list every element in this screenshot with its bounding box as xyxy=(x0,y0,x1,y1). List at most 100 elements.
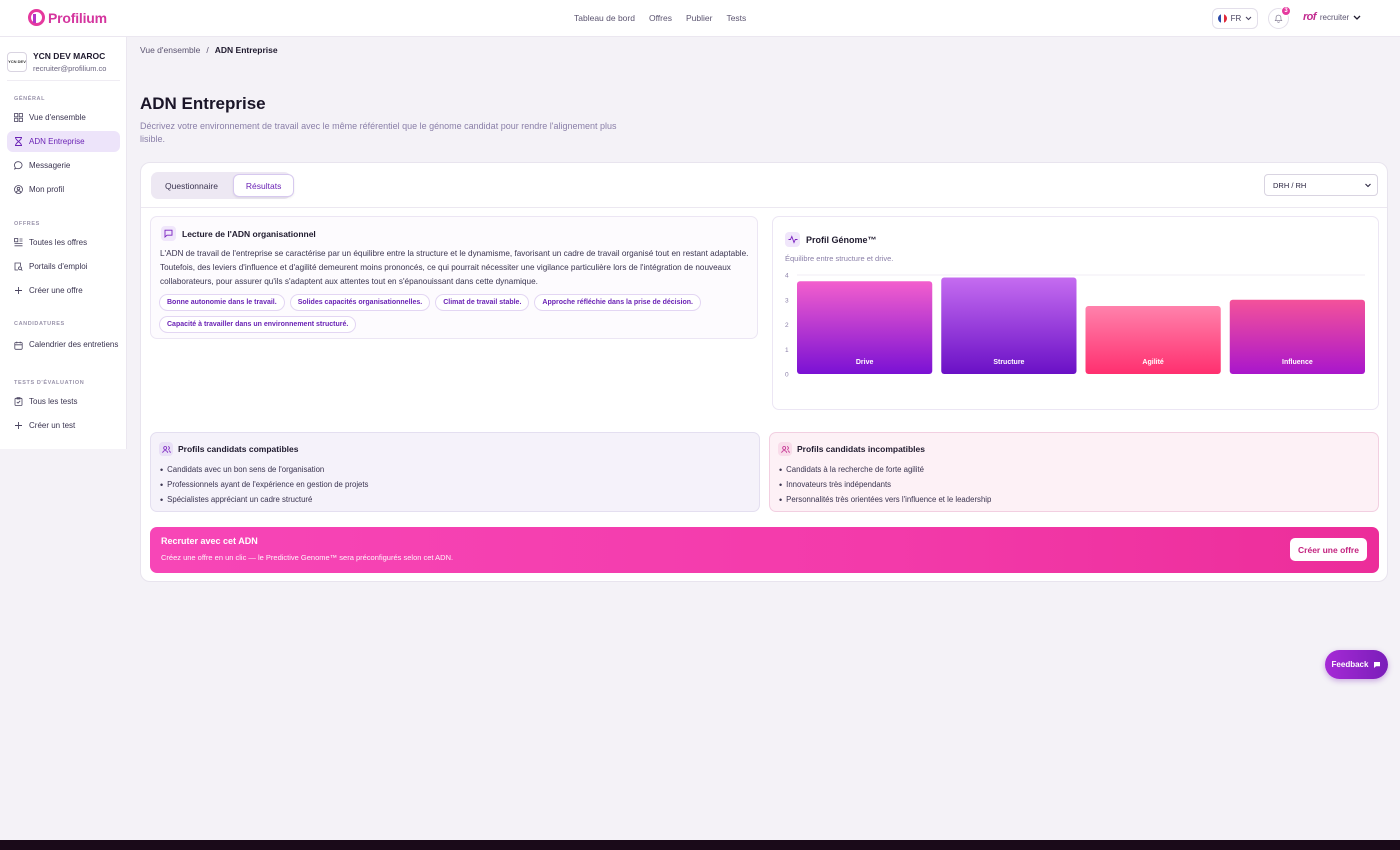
feedback-label: Feedback xyxy=(1331,660,1369,669)
list-item: Candidats avec un bon sens de l'organisa… xyxy=(160,462,368,477)
sidebar-item-label: Vue d'ensemble xyxy=(29,113,86,122)
page-subtitle: Décrivez votre environnement de travail … xyxy=(140,121,617,144)
page-title: ADN Entreprise xyxy=(140,94,266,113)
list-item: Candidats à la recherche de forte agilit… xyxy=(779,462,991,477)
tab-results[interactable]: Résultats xyxy=(232,174,295,197)
section-tests: TESTS D'ÉVALUATION xyxy=(14,380,85,386)
brand-logo[interactable]: Profilium xyxy=(28,9,107,26)
sidebar-item-create-offer[interactable]: Créer une offre xyxy=(7,280,120,301)
compatible-header: Profils candidats compatibles xyxy=(159,442,298,456)
logo-icon xyxy=(28,9,45,26)
tab-questionnaire[interactable]: Questionnaire xyxy=(153,174,230,197)
user-menu[interactable]: rof recruiter xyxy=(1303,11,1361,23)
plus-icon xyxy=(14,421,23,430)
recruit-cta-banner: Recruter avec cet ADN Créez une offre en… xyxy=(150,527,1379,573)
breadcrumb-separator: / xyxy=(206,45,209,55)
user-circle-icon xyxy=(14,185,23,194)
sidebar-item-create-test[interactable]: Créer un test xyxy=(7,415,120,436)
trait-chip: Capacité à travailler dans un environnem… xyxy=(159,316,357,333)
trait-chips: Bonne autonomie dans le travail. Solides… xyxy=(159,294,754,333)
search-doc-icon xyxy=(14,262,23,271)
divider xyxy=(141,207,1387,208)
chevron-down-icon xyxy=(1353,15,1361,20)
bar-label: Drive xyxy=(856,359,874,366)
trait-chip: Bonne autonomie dans le travail. xyxy=(159,294,285,311)
nav-dashboard[interactable]: Tableau de bord xyxy=(574,13,635,23)
company-switcher[interactable]: YCN DEV YCN DEV MAROC recruiter@profiliu… xyxy=(7,47,120,81)
compatible-profiles-panel: Profils candidats compatibles Candidats … xyxy=(150,432,760,512)
nav-tests[interactable]: Tests xyxy=(726,13,746,23)
nav-publish[interactable]: Publier xyxy=(686,13,712,23)
flag-fr-icon xyxy=(1217,14,1227,23)
trait-chip: Approche réfléchie dans la prise de déci… xyxy=(534,294,701,311)
lecture-title: Lecture de l'ADN organisationnel xyxy=(182,228,316,239)
sidebar-item-all-tests[interactable]: Tous les tests xyxy=(7,391,120,412)
clipboard-icon xyxy=(14,397,23,406)
lecture-text: L'ADN de travail de l'entreprise se cara… xyxy=(160,249,749,286)
bar-label: Agilité xyxy=(1142,359,1163,366)
notifications-button[interactable]: 3 xyxy=(1268,6,1291,29)
sidebar-item-label: Créer un test xyxy=(29,421,76,430)
role-select[interactable]: DRH / RH xyxy=(1264,174,1378,196)
incompatible-header: Profils candidats incompatibles xyxy=(778,442,925,456)
results-card: Questionnaire Résultats DRH / RH Lecture… xyxy=(140,162,1388,582)
feedback-button[interactable]: Feedback xyxy=(1325,650,1388,679)
sidebar-item-profile[interactable]: Mon profil xyxy=(7,179,120,200)
incompatible-list: Candidats à la recherche de forte agilit… xyxy=(779,462,991,507)
plus-icon xyxy=(14,286,23,295)
bottom-strip xyxy=(0,840,1400,850)
sidebar: YCN DEV YCN DEV MAROC recruiter@profiliu… xyxy=(0,37,127,449)
list-item: Professionnels ayant de l'expérience en … xyxy=(160,477,368,492)
users-icon xyxy=(778,442,792,456)
sidebar-item-adn[interactable]: ADN Entreprise xyxy=(7,131,120,152)
lecture-header: Lecture de l'ADN organisationnel xyxy=(161,226,316,241)
company-logo: YCN DEV xyxy=(7,51,27,72)
sidebar-item-label: Toutes les offres xyxy=(29,238,88,247)
compatible-title: Profils candidats compatibles xyxy=(178,444,299,454)
sidebar-item-label: Créer une offre xyxy=(29,286,83,295)
language-selector[interactable]: FR xyxy=(1212,8,1258,29)
nav-offers[interactable]: Offres xyxy=(649,13,672,23)
sidebar-item-label: Mon profil xyxy=(29,185,65,194)
company-name: YCN DEV MAROC xyxy=(33,50,106,61)
list-item: Innovateurs très indépendants xyxy=(779,477,991,492)
y-tick-label: 3 xyxy=(785,297,789,304)
genome-title: Profil Génome™ xyxy=(806,234,877,245)
chat-icon xyxy=(1374,661,1381,668)
bar-label: Structure xyxy=(993,359,1024,366)
breadcrumb: Vue d'ensemble / ADN Entreprise xyxy=(140,45,278,55)
top-nav: Tableau de bord Offres Publier Tests xyxy=(574,13,746,23)
compatible-list: Candidats avec un bon sens de l'organisa… xyxy=(160,462,368,507)
genome-bar-chart: 0 1 2 3 4 Drive Structure Agilité Influence xyxy=(785,273,1365,378)
sidebar-item-messaging[interactable]: Messagerie xyxy=(7,155,120,176)
section-applications: CANDIDATURES xyxy=(14,321,65,327)
activity-icon xyxy=(785,232,800,247)
y-tick-label: 0 xyxy=(785,372,789,378)
create-offer-button[interactable]: Créer une offre xyxy=(1290,538,1367,561)
genome-panel: Profil Génome™ Équilibre entre structure… xyxy=(772,216,1379,410)
sidebar-item-label: Portails d'emploi xyxy=(29,262,88,271)
genome-subtitle: Équilibre entre structure et drive. xyxy=(785,254,894,263)
sidebar-item-all-offers[interactable]: Toutes les offres xyxy=(7,232,120,253)
cta-title: Recruter avec cet ADN xyxy=(161,536,258,546)
sidebar-item-job-portals[interactable]: Portails d'emploi xyxy=(7,256,120,277)
message-icon xyxy=(14,161,23,170)
trait-chip: Solides capacités organisationnelles. xyxy=(289,294,431,311)
section-offers: OFFRES xyxy=(14,221,40,227)
y-tick-label: 4 xyxy=(785,273,789,280)
incompatible-title: Profils candidats incompatibles xyxy=(797,444,926,454)
sidebar-item-calendar[interactable]: Calendrier des entretiens xyxy=(7,332,120,358)
sidebar-item-overview[interactable]: Vue d'ensemble xyxy=(7,107,120,128)
incompatible-profiles-panel: Profils candidats incompatibles Candidat… xyxy=(769,432,1379,512)
cta-subtitle: Créez une offre en un clic — le Predicti… xyxy=(161,553,454,562)
list-item: Personnalités très orientées vers l'infl… xyxy=(779,492,991,507)
breadcrumb-root[interactable]: Vue d'ensemble xyxy=(140,45,200,55)
users-icon xyxy=(159,442,173,456)
y-tick-label: 2 xyxy=(785,322,789,329)
user-name: recruiter xyxy=(1319,12,1350,22)
language-label: FR xyxy=(1230,14,1242,23)
chevron-down-icon xyxy=(1365,183,1371,188)
calendar-icon xyxy=(14,341,23,350)
genome-header: Profil Génome™ xyxy=(785,232,877,247)
dna-icon xyxy=(14,137,23,146)
